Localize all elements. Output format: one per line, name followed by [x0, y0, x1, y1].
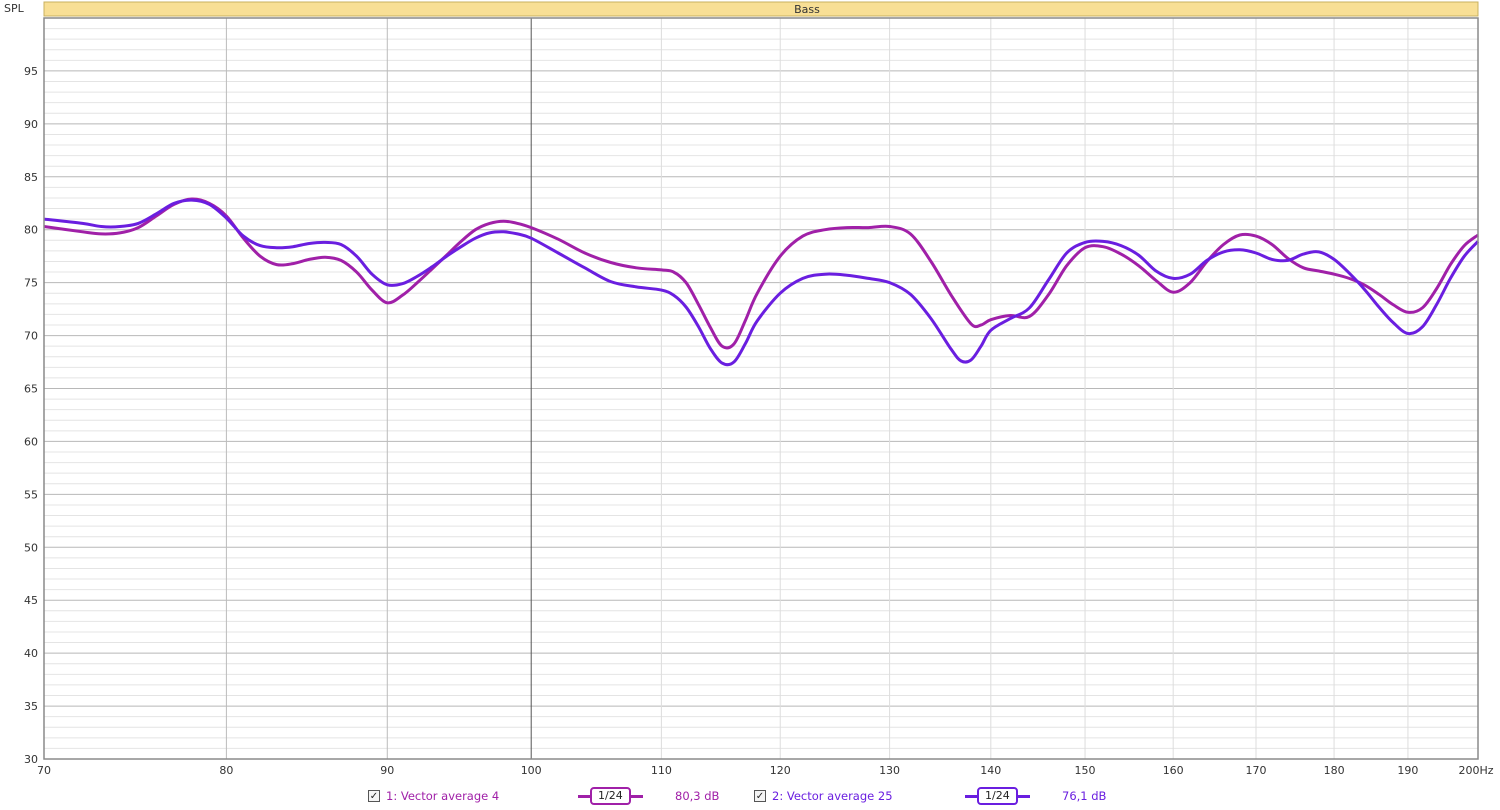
y-tick-label: 65 — [24, 383, 38, 396]
series-1-smoothing-label: 1/24 — [590, 787, 631, 805]
x-tick-label: 70 — [37, 764, 51, 777]
series-2-checkbox[interactable]: ✓ — [754, 790, 766, 802]
spl-chart[interactable]: SPL Bass 30 35 40 45 50 55 60 65 70 75 80 85 90 95 70… — [0, 0, 1500, 784]
series-1-label: 1: Vector average 4 — [386, 789, 500, 803]
series-1-checkbox[interactable]: ✓ — [368, 790, 380, 802]
series-2-smoothing[interactable]: 1/24 — [965, 786, 1030, 806]
series-1-line-swatch-right — [630, 794, 643, 798]
legend-value-2: 76,1 dB — [1062, 786, 1106, 806]
series-2-label: 2: Vector average 25 — [772, 789, 893, 803]
series-2-value: 76,1 dB — [1062, 789, 1107, 803]
grid-lines — [44, 18, 1478, 759]
y-tick-label: 50 — [24, 541, 38, 554]
x-tick-label: 150 — [1075, 764, 1096, 777]
series-1-smoothing[interactable]: 1/24 — [578, 786, 643, 806]
legend-value-1: 80,3 dB — [675, 786, 719, 806]
title-bar[interactable] — [43, 1, 1479, 17]
x-tick-label: 130 — [879, 764, 900, 777]
x-tick-label: 110 — [651, 764, 672, 777]
y-tick-label: 55 — [24, 488, 38, 501]
x-tick-label: 170 — [1246, 764, 1267, 777]
x-tick-label: 140 — [980, 764, 1001, 777]
y-tick-label: 30 — [24, 753, 38, 766]
series-1-line-swatch — [578, 794, 590, 798]
y-tick-label: 90 — [24, 118, 38, 131]
y-tick-label: 40 — [24, 647, 38, 660]
y-tick-label: 85 — [24, 171, 38, 184]
series-2-line-swatch — [965, 794, 977, 798]
y-tick-labels: 30 35 40 45 50 55 60 65 70 75 80 85 90 95 — [24, 65, 38, 766]
legend-item-1: ✓ 1: Vector average 4 — [368, 786, 499, 806]
x-tick-label: 80 — [219, 764, 233, 777]
y-tick-label: 70 — [24, 330, 38, 343]
series-lines — [43, 197, 1480, 367]
x-tick-label: 160 — [1163, 764, 1184, 777]
legend-item-2: ✓ 2: Vector average 25 — [754, 786, 893, 806]
x-tick-label: 120 — [770, 764, 791, 777]
x-tick-label: 100 — [521, 764, 542, 777]
series-1-value: 80,3 dB — [675, 789, 720, 803]
y-axis-label: SPL — [4, 2, 25, 15]
x-tick-labels: 70 80 90 100 110 120 130 140 150 160 170 180 190 200H… — [37, 764, 1494, 777]
y-tick-label: 80 — [24, 224, 38, 237]
y-tick-label: 60 — [24, 435, 38, 448]
x-tick-label: 90 — [380, 764, 394, 777]
x-tick-label: 190 — [1397, 764, 1418, 777]
y-tick-label: 45 — [24, 594, 38, 607]
y-tick-label: 35 — [24, 700, 38, 713]
series-2-smoothing-label: 1/24 — [977, 787, 1018, 805]
chart-title: Bass — [794, 3, 820, 16]
x-tick-label: 180 — [1324, 764, 1345, 777]
y-tick-label: 75 — [24, 277, 38, 290]
x-tick-label: 200Hz — [1458, 764, 1493, 777]
series-2-line-swatch-right — [1017, 794, 1030, 798]
y-tick-label: 95 — [24, 65, 38, 78]
series-1-line — [43, 197, 1479, 350]
